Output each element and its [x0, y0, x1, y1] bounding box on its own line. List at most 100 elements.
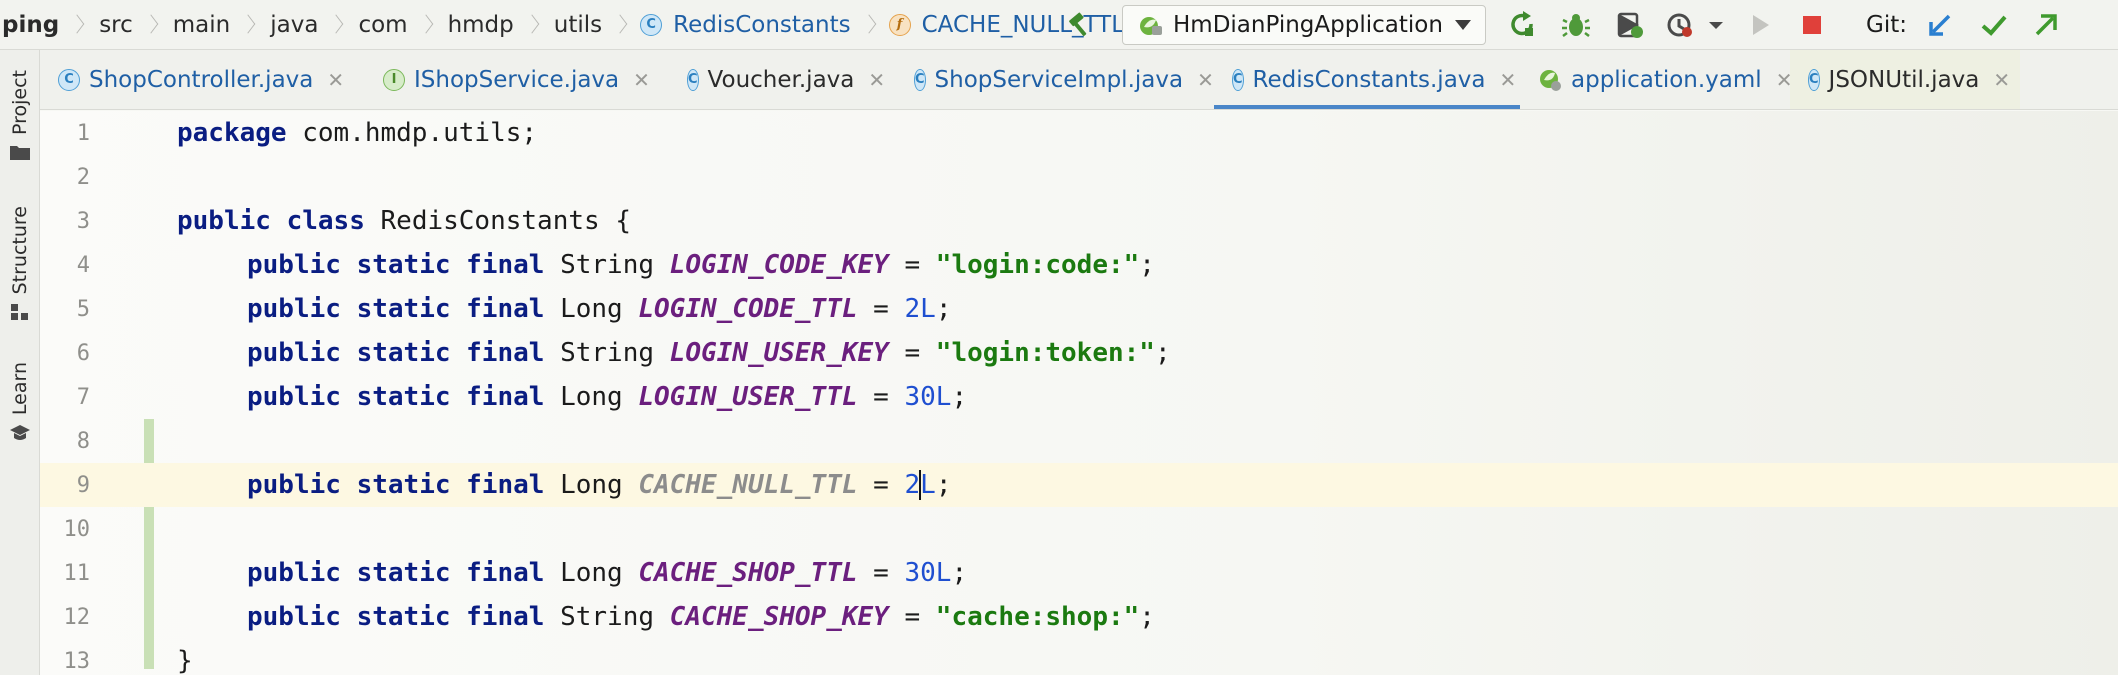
breadcrumb-com-label: com — [358, 11, 408, 38]
breadcrumb-separator-icon — [614, 13, 626, 37]
editor-tab-bar: C ShopController.java ✕ I IShopService.j… — [40, 50, 2118, 110]
class-icon: C — [687, 68, 699, 91]
tab-label: Voucher.java — [707, 66, 855, 93]
git-commit-icon[interactable] — [1978, 9, 2010, 41]
coverage-icon[interactable] — [1614, 9, 1646, 41]
breadcrumb-hmdp[interactable]: hmdp — [446, 0, 552, 50]
tab-label: ShopServiceImpl.java — [934, 66, 1184, 93]
breadcrumb-java[interactable]: java — [268, 0, 356, 50]
code-line: 13 } — [40, 639, 2118, 675]
class-icon: C — [58, 68, 80, 91]
learn-tool-button[interactable]: Learn — [0, 362, 40, 447]
line-number: 2 — [76, 164, 90, 190]
close-icon[interactable]: ✕ — [327, 68, 344, 92]
navigation-bar: ping src main java com hmdp utils C Redi… — [0, 0, 2118, 50]
breadcrumb-separator-icon — [420, 13, 432, 37]
breadcrumb-com[interactable]: com — [356, 0, 445, 50]
structure-icon — [9, 302, 31, 326]
breadcrumb-project-label: ping — [2, 11, 60, 38]
git-update-icon[interactable] — [1924, 9, 1956, 41]
code-line: 8 — [40, 419, 2118, 463]
code-line: 4 public static final String LOGIN_CODE_… — [40, 243, 2118, 287]
breadcrumb-class[interactable]: C RedisConstants — [640, 0, 888, 50]
code-line: 10 — [40, 507, 2118, 551]
build-hammer-icon[interactable] — [1064, 9, 1096, 41]
line-number: 6 — [76, 340, 90, 366]
close-icon[interactable]: ✕ — [1993, 68, 2010, 92]
profile-icon[interactable] — [1664, 9, 1696, 41]
code-text: public class RedisConstants { — [177, 206, 631, 236]
class-icon: C — [640, 13, 663, 36]
class-icon: C — [914, 68, 926, 91]
stop-icon[interactable] — [1796, 9, 1828, 41]
breadcrumb-src[interactable]: src — [97, 0, 171, 50]
breadcrumb-separator-icon — [145, 13, 157, 37]
breadcrumb-project[interactable]: ping — [0, 0, 97, 50]
close-icon[interactable]: ✕ — [1197, 68, 1214, 92]
line-number: 10 — [63, 516, 91, 542]
run-configuration-label: HmDianPingApplication — [1173, 12, 1443, 38]
tab-shop-service-impl[interactable]: C ShopServiceImpl.java ✕ — [896, 50, 1214, 109]
line-number: 11 — [63, 560, 91, 586]
code-text: public static final String CACHE_SHOP_KE… — [247, 602, 1155, 632]
tab-json-util[interactable]: C JSONUtil.java ✕ — [1790, 50, 2020, 109]
code-text: package com.hmdp.utils; — [177, 118, 538, 148]
yaml-file-icon — [1538, 68, 1562, 92]
project-tool-button[interactable]: Project — [0, 70, 40, 165]
line-number: 9 — [76, 472, 90, 498]
code-line: 5 public static final Long LOGIN_CODE_TT… — [40, 287, 2118, 331]
breadcrumb-separator-icon — [330, 13, 342, 37]
breadcrumb-main[interactable]: main — [171, 0, 268, 50]
tab-application-yaml[interactable]: application.yaml ✕ — [1520, 50, 1792, 109]
structure-tool-button[interactable]: Structure — [0, 206, 40, 326]
code-text: public static final Long LOGIN_USER_TTL … — [247, 382, 968, 412]
breadcrumb-java-label: java — [270, 11, 319, 38]
line-number: 4 — [76, 252, 90, 278]
graduation-cap-icon — [9, 423, 31, 447]
code-line: 11 public static final Long CACHE_SHOP_T… — [40, 551, 2118, 595]
breadcrumb-hmdp-label: hmdp — [447, 11, 514, 38]
breadcrumb-separator-icon — [71, 13, 83, 37]
debug-icon[interactable] — [1560, 9, 1592, 41]
close-icon[interactable]: ✕ — [868, 68, 885, 92]
code-line: 7 public static final Long LOGIN_USER_TT… — [40, 375, 2118, 419]
code-line: 2 — [40, 155, 2118, 199]
tab-shop-controller[interactable]: C ShopController.java ✕ — [40, 50, 365, 109]
chevron-down-icon — [1455, 20, 1471, 30]
tab-label: ShopController.java — [89, 66, 314, 93]
line-number: 3 — [76, 208, 90, 234]
tab-voucher[interactable]: C Voucher.java ✕ — [669, 50, 896, 109]
chevron-down-icon[interactable] — [1700, 9, 1732, 41]
git-push-icon[interactable] — [2030, 9, 2062, 41]
class-icon: C — [1232, 68, 1244, 91]
tab-label: application.yaml — [1571, 66, 1762, 93]
breadcrumb-utils[interactable]: utils — [552, 0, 640, 50]
run-icon[interactable] — [1744, 9, 1776, 41]
code-text: public static final String LOGIN_CODE_KE… — [247, 250, 1155, 280]
spring-boot-icon — [1137, 14, 1163, 36]
code-text: public static final String LOGIN_USER_KE… — [247, 338, 1171, 368]
breadcrumb-separator-icon — [242, 13, 254, 37]
breadcrumb-separator-icon — [863, 13, 875, 37]
line-number: 13 — [63, 648, 91, 674]
close-icon[interactable]: ✕ — [633, 68, 650, 92]
tab-redis-constants[interactable]: C RedisConstants.java ✕ — [1214, 50, 1520, 109]
code-editor[interactable]: 1 package com.hmdp.utils; 2 3 public cla… — [40, 111, 2118, 675]
breadcrumb-class-label: RedisConstants — [673, 11, 851, 38]
code-text: public static final Long CACHE_NULL_TTL … — [247, 469, 952, 501]
tab-label: RedisConstants.java — [1252, 66, 1486, 93]
project-tool-label: Project — [9, 70, 31, 136]
current-code-line: 9 public static final Long CACHE_NULL_TT… — [40, 463, 2118, 507]
structure-tool-label: Structure — [9, 206, 31, 295]
tool-window-strip: Project Structure Learn — [0, 50, 40, 675]
breadcrumb-utils-label: utils — [553, 11, 603, 38]
tab-label: JSONUtil.java — [1828, 66, 1980, 93]
run-configuration-select[interactable]: HmDianPingApplication — [1122, 5, 1486, 45]
tab-ishop-service[interactable]: I IShopService.java ✕ — [365, 50, 669, 109]
code-line: 3 public class RedisConstants { — [40, 199, 2118, 243]
code-line: 1 package com.hmdp.utils; — [40, 111, 2118, 155]
line-number: 8 — [76, 428, 90, 454]
rerun-icon[interactable] — [1506, 9, 1538, 41]
code-text: } — [177, 646, 193, 675]
close-icon[interactable]: ✕ — [1500, 68, 1517, 92]
